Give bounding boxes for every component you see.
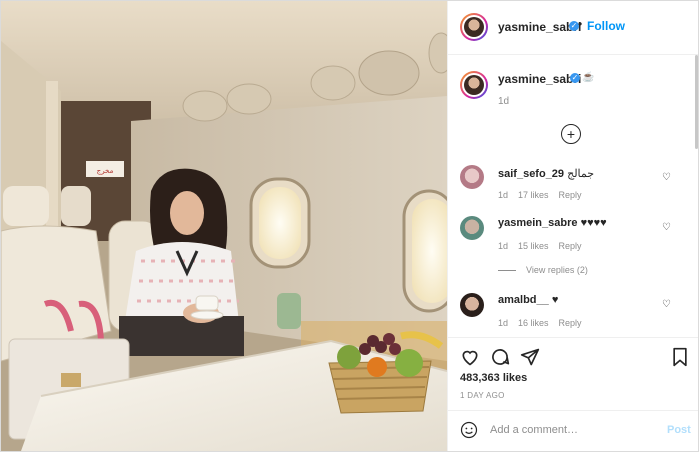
comment-avatar[interactable] xyxy=(460,165,484,189)
post-photo[interactable]: مخرج xyxy=(1,1,447,451)
follow-button[interactable]: Follow xyxy=(587,19,625,33)
heart-icon[interactable] xyxy=(460,347,480,367)
comment-username[interactable]: saif_sefo_29 xyxy=(498,168,564,180)
plus-circle-icon[interactable]: + xyxy=(561,124,581,144)
add-comment-input[interactable]: Add a comment… xyxy=(490,424,578,436)
comment-meta: 1d 17 likes Reply xyxy=(498,190,592,200)
comment-avatar[interactable] xyxy=(460,293,484,317)
post-time-ago[interactable]: 1 DAY AGO xyxy=(460,391,505,400)
replies-divider xyxy=(498,270,516,272)
comment-text: ♥♥♥♥ xyxy=(580,217,607,229)
share-icon[interactable] xyxy=(520,347,540,367)
comment-user[interactable]: saif_sefo_29 جمالج xyxy=(498,167,594,180)
likes-count[interactable]: 483,363 likes xyxy=(460,372,527,384)
comment-avatar[interactable] xyxy=(460,216,484,240)
comment-time[interactable]: 1d xyxy=(498,318,508,328)
exit-sign-text: مخرج xyxy=(97,167,114,175)
comment-user[interactable]: amalbd__ ♥ xyxy=(498,294,558,306)
separator-dot: • xyxy=(578,17,583,31)
comment-likes[interactable]: 16 likes xyxy=(518,318,549,328)
bookmark-icon[interactable] xyxy=(670,347,690,367)
view-replies-button[interactable]: View replies (2) xyxy=(498,265,588,275)
comment-time[interactable]: 1d xyxy=(498,241,508,251)
caption-time[interactable]: 1d xyxy=(498,96,509,107)
post-header: yasmine_sabri ✓ • Follow xyxy=(448,1,698,55)
reply-button[interactable]: Reply xyxy=(559,241,582,251)
comments-scrollbar[interactable] xyxy=(695,55,698,149)
comment-text: ♥ xyxy=(551,294,559,306)
comment-text: جمالج xyxy=(567,168,595,180)
comment-heart-icon[interactable]: ♡ xyxy=(662,299,671,310)
post-modal: مخرج yasmine_sabri ✓ • Follow yasmine_sa… xyxy=(0,0,699,452)
verified-badge-icon: ✓ xyxy=(570,73,580,83)
caption-username[interactable]: yasmine_sabri xyxy=(498,72,581,86)
comment-time[interactable]: 1d xyxy=(498,190,508,200)
post-button[interactable]: Post xyxy=(667,424,691,436)
comment-user[interactable]: yasmein_sabre ♥♥♥♥ xyxy=(498,217,607,229)
comment-likes[interactable]: 17 likes xyxy=(518,190,549,200)
comment-heart-icon[interactable]: ♡ xyxy=(662,172,671,183)
comments-panel: yasmine_sabri ✓ • Follow yasmine_sabri ✓… xyxy=(447,1,698,451)
reply-button[interactable]: Reply xyxy=(559,190,582,200)
jet-cabin-image: مخرج xyxy=(1,1,447,451)
view-replies-label[interactable]: View replies (2) xyxy=(526,265,588,275)
comment-icon[interactable] xyxy=(490,347,510,367)
comment-heart-icon[interactable]: ♡ xyxy=(662,222,671,233)
emoji-icon[interactable] xyxy=(460,421,478,439)
comment-username[interactable]: amalbd__ xyxy=(498,294,549,306)
comment-likes[interactable]: 15 likes xyxy=(518,241,549,251)
comment-meta: 1d 16 likes Reply xyxy=(498,318,592,328)
caption-avatar[interactable] xyxy=(460,71,488,99)
comment-meta: 1d 15 likes Reply xyxy=(498,241,592,251)
avatar[interactable] xyxy=(460,13,488,41)
add-comment-bar: Add a comment… Post xyxy=(448,410,698,451)
reply-button[interactable]: Reply xyxy=(559,318,582,328)
comment-username[interactable]: yasmein_sabre xyxy=(498,217,578,229)
coffee-emoji: ☕ xyxy=(582,72,595,83)
post-actions: 483,363 likes 1 DAY AGO Add a comment… P… xyxy=(448,337,698,451)
